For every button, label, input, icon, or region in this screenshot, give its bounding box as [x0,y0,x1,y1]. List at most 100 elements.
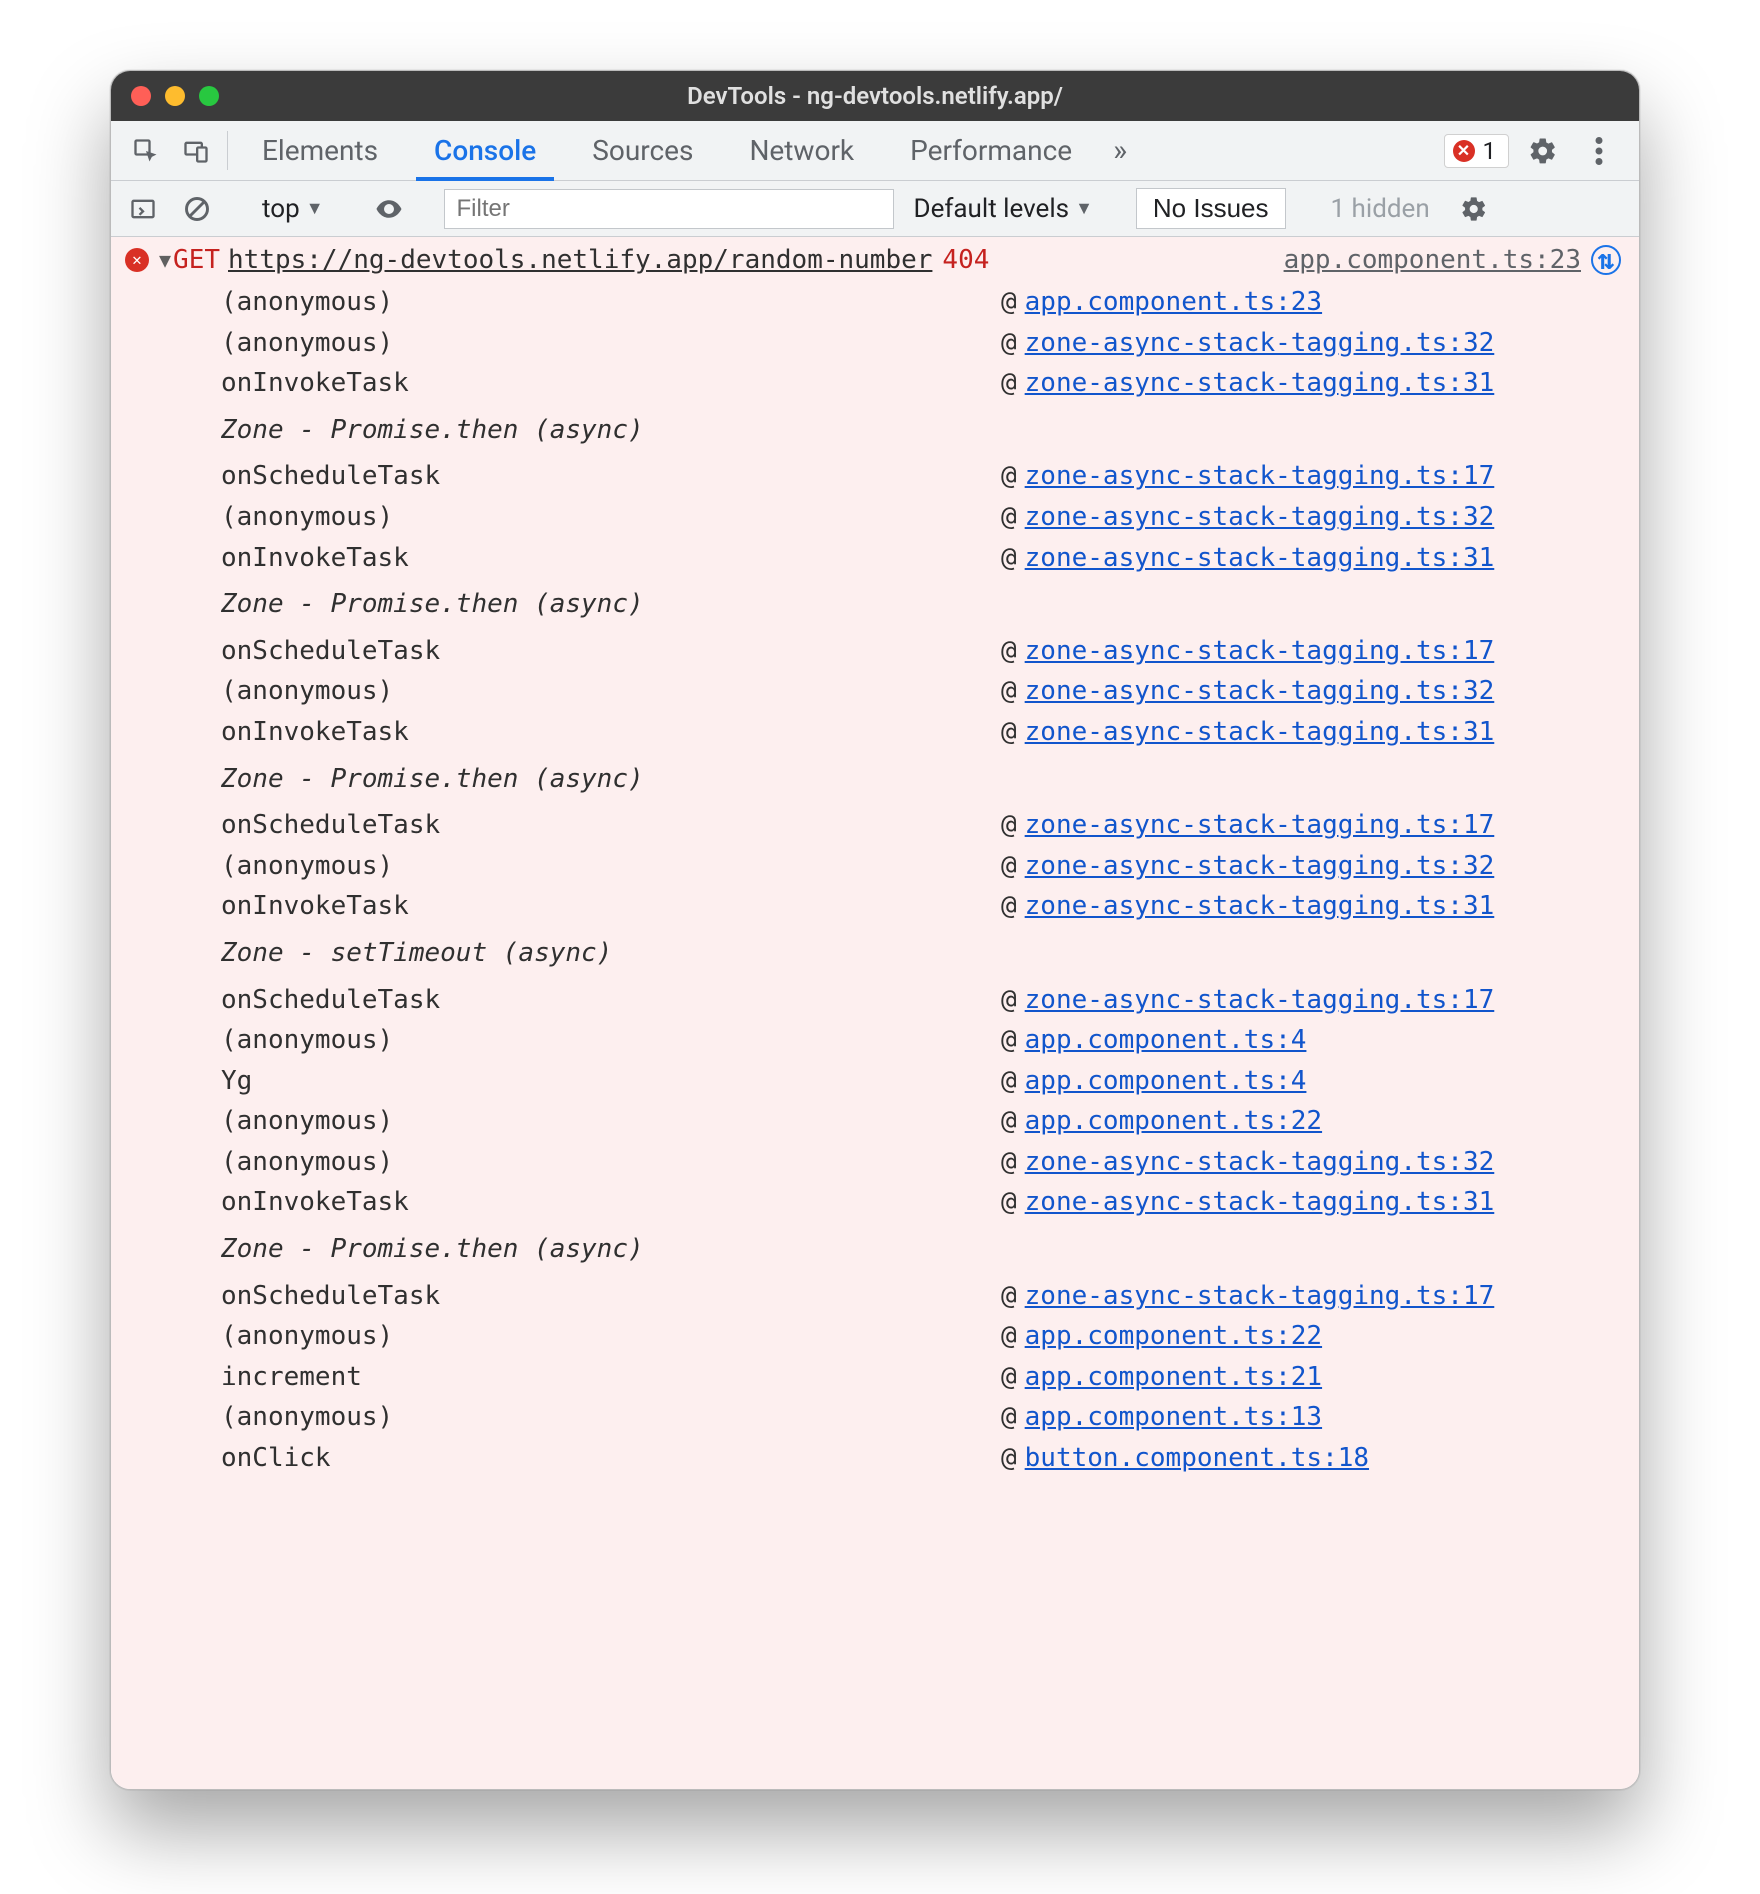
stack-frame: onClick@button.component.ts:18 [111,1438,1639,1479]
frame-function: (anonymous) [221,1403,1001,1432]
console-error-entry[interactable]: ✕ ▼ GET https://ng-devtools.netlify.app/… [111,237,1639,282]
tab-sources[interactable]: Sources [564,121,721,180]
request-url[interactable]: https://ng-devtools.netlify.app/random-n… [228,246,932,275]
frame-function: onInvokeTask [221,892,1001,921]
source-link[interactable]: zone-async-stack-tagging.ts:31 [1025,1188,1495,1217]
console-settings-icon[interactable] [1452,187,1496,231]
source-link[interactable]: app.component.ts:21 [1025,1363,1322,1392]
at-symbol: @ [1001,637,1017,666]
at-symbol: @ [1001,503,1017,532]
stack-frame: onScheduleTask@zone-async-stack-tagging.… [111,1276,1639,1317]
source-link[interactable]: zone-async-stack-tagging.ts:32 [1025,1148,1495,1177]
minimize-window-button[interactable] [165,86,185,106]
console-output: ✕ ▼ GET https://ng-devtools.netlify.app/… [111,237,1639,1790]
tab-performance[interactable]: Performance [882,121,1100,180]
at-symbol: @ [1001,369,1017,398]
frame-function: (anonymous) [221,329,1001,358]
error-icon: ✕ [1453,140,1475,162]
source-link[interactable]: zone-async-stack-tagging.ts:32 [1025,329,1495,358]
async-boundary-label: Zone - Promise.then (async) [111,1223,1639,1276]
disclosure-triangle-icon[interactable]: ▼ [159,249,171,271]
source-link[interactable]: zone-async-stack-tagging.ts:32 [1025,503,1495,532]
at-symbol: @ [1001,544,1017,573]
at-symbol: @ [1001,1148,1017,1177]
source-link[interactable]: zone-async-stack-tagging.ts:31 [1025,718,1495,747]
maximize-window-button[interactable] [199,86,219,106]
source-link[interactable]: zone-async-stack-tagging.ts:32 [1025,852,1495,881]
error-icon: ✕ [125,248,149,272]
source-link[interactable]: zone-async-stack-tagging.ts:17 [1025,1282,1495,1311]
source-link[interactable]: zone-async-stack-tagging.ts:31 [1025,544,1495,573]
frame-function: Yg [221,1067,1001,1096]
source-link[interactable]: app.component.ts:4 [1025,1026,1307,1055]
stack-frame: increment@app.component.ts:21 [111,1357,1639,1398]
source-link[interactable]: zone-async-stack-tagging.ts:32 [1025,677,1495,706]
frame-function: (anonymous) [221,1148,1001,1177]
issues-button[interactable]: No Issues [1136,188,1286,229]
source-link[interactable]: zone-async-stack-tagging.ts:31 [1025,892,1495,921]
error-count-badge[interactable]: ✕ 1 [1444,134,1510,168]
async-boundary-label: Zone - Promise.then (async) [111,578,1639,631]
stack-frame: (anonymous)@ zone-async-stack-tagging.ts:… [111,1142,1639,1183]
more-options-icon[interactable] [1577,129,1621,173]
devtools-window: DevTools - ng-devtools.netlify.app/ Elem… [110,70,1640,1790]
chevron-down-icon: ▼ [1075,198,1093,219]
chevron-down-icon: ▼ [306,198,324,219]
frame-function: onInvokeTask [221,369,1001,398]
settings-icon[interactable] [1521,129,1565,173]
divider [227,131,228,170]
devtools-tabs: Elements Console Sources Network Perform… [111,121,1639,181]
clear-console-icon[interactable] [175,187,219,231]
error-count: 1 [1483,137,1497,165]
source-link[interactable]: app.component.ts:23 [1025,288,1322,317]
source-link[interactable]: zone-async-stack-tagging.ts:31 [1025,369,1495,398]
stack-frame: onInvokeTask@ zone-async-stack-tagging.ts… [111,363,1639,404]
inspect-element-icon[interactable] [121,121,171,180]
tab-console[interactable]: Console [406,121,564,180]
at-symbol: @ [1001,1282,1017,1311]
window-title: DevTools - ng-devtools.netlify.app/ [111,82,1639,110]
navigate-icon[interactable]: ⇅ [1591,245,1621,275]
source-link[interactable]: button.component.ts:18 [1025,1444,1369,1473]
log-levels-selector[interactable]: Default levels ▼ [904,194,1103,224]
source-link[interactable]: app.component.ts:22 [1025,1107,1322,1136]
async-boundary-label: Zone - setTimeout (async) [111,927,1639,980]
close-window-button[interactable] [131,86,151,106]
stack-frame: (anonymous)@app.component.ts:4 [111,1020,1639,1061]
source-link[interactable]: zone-async-stack-tagging.ts:17 [1025,462,1495,491]
frame-function: onScheduleTask [221,986,1001,1015]
tab-elements[interactable]: Elements [234,121,406,180]
stack-frame: onScheduleTask@zone-async-stack-tagging.… [111,631,1639,672]
stack-frame: onInvokeTask@zone-async-stack-tagging.ts… [111,886,1639,927]
stack-frame: (anonymous)@zone-async-stack-tagging.ts:… [111,671,1639,712]
stack-frame: onScheduleTask@zone-async-stack-tagging.… [111,980,1639,1021]
at-symbol: @ [1001,1322,1017,1351]
frame-function: onInvokeTask [221,718,1001,747]
async-boundary-label: Zone - Promise.then (async) [111,404,1639,457]
context-selector[interactable]: top ▼ [252,192,334,226]
frame-function: (anonymous) [221,288,1001,317]
stack-frame: onInvokeTask@ zone-async-stack-tagging.ts… [111,538,1639,579]
source-link[interactable]: zone-async-stack-tagging.ts:17 [1025,986,1495,1015]
device-toggle-icon[interactable] [171,121,221,180]
log-levels-label: Default levels [914,194,1070,224]
source-link[interactable]: app.component.ts:13 [1025,1403,1322,1432]
frame-function: onInvokeTask [221,1188,1001,1217]
toggle-console-sidebar-icon[interactable] [121,187,165,231]
live-expression-icon[interactable] [367,194,411,224]
tab-network[interactable]: Network [721,121,882,180]
at-symbol: @ [1001,329,1017,358]
stack-frame: onScheduleTask@zone-async-stack-tagging.… [111,456,1639,497]
source-link[interactable]: app.component.ts:23 [1284,246,1581,275]
frame-function: (anonymous) [221,503,1001,532]
at-symbol: @ [1001,1067,1017,1096]
filter-input[interactable] [444,189,894,229]
source-link[interactable]: app.component.ts:22 [1025,1322,1322,1351]
source-link[interactable]: zone-async-stack-tagging.ts:17 [1025,637,1495,666]
at-symbol: @ [1001,1188,1017,1217]
more-tabs-button[interactable]: » [1100,121,1140,180]
source-link[interactable]: zone-async-stack-tagging.ts:17 [1025,811,1495,840]
frame-function: onInvokeTask [221,544,1001,573]
at-symbol: @ [1001,811,1017,840]
source-link[interactable]: app.component.ts:4 [1025,1067,1307,1096]
